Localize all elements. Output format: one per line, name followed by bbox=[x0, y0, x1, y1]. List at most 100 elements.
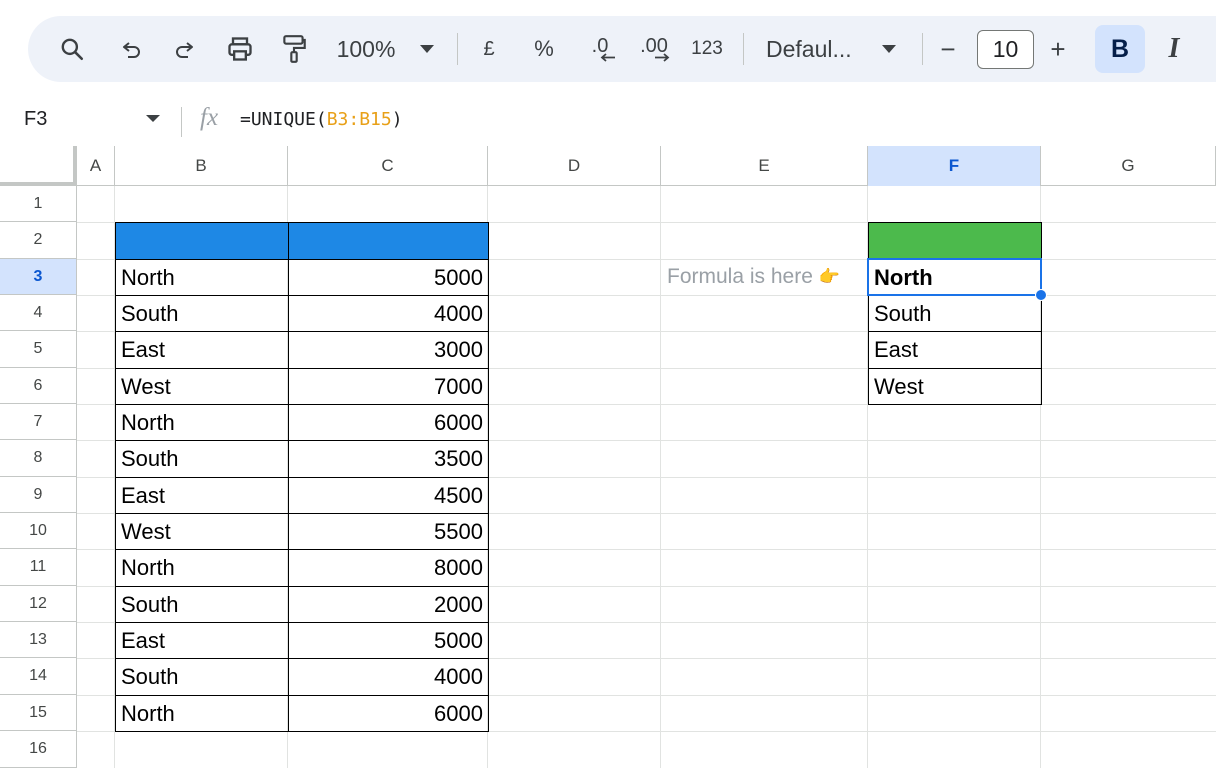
row-header-4[interactable]: 4 bbox=[0, 295, 77, 331]
region-cell[interactable]: East bbox=[115, 477, 289, 514]
redo-button[interactable] bbox=[166, 16, 202, 82]
row-header-13[interactable]: 13 bbox=[0, 622, 77, 658]
decrease-font-size-button[interactable]: − bbox=[932, 16, 964, 82]
column-header-b[interactable]: B bbox=[115, 146, 288, 186]
row-header-2[interactable]: 2 bbox=[0, 222, 77, 259]
spreadsheet-grid: ABCDEFG 1 2 3 4 5 6 7 8 9 10 11 12 13 14 15 16 North 500… bbox=[0, 146, 1216, 768]
unique-header-region[interactable] bbox=[868, 222, 1042, 260]
formula-note-text: Formula is here bbox=[667, 265, 813, 288]
column-header-row: ABCDEFG bbox=[0, 146, 1216, 186]
font-select[interactable]: Defaul... bbox=[766, 16, 860, 82]
bold-button[interactable]: B bbox=[1095, 25, 1145, 73]
region-cell[interactable]: East bbox=[115, 622, 289, 659]
region-cell[interactable]: South bbox=[115, 440, 289, 478]
paint-format-button[interactable] bbox=[274, 16, 314, 82]
sales-amount-cell[interactable]: 2000 bbox=[288, 586, 489, 623]
increase-decimal-button[interactable]: .00 bbox=[632, 16, 676, 82]
region-cell[interactable]: South bbox=[115, 586, 289, 623]
row-header-10[interactable]: 10 bbox=[0, 513, 77, 549]
column-header-f[interactable]: F bbox=[868, 146, 1041, 186]
column-header-c[interactable]: C bbox=[288, 146, 488, 186]
region-cell[interactable]: West bbox=[115, 513, 289, 550]
zoom-select[interactable]: 100% bbox=[330, 16, 402, 82]
unique-region-cell[interactable]: South bbox=[868, 295, 1042, 332]
zoom-value: 100% bbox=[336, 35, 396, 62]
decrease-decimal-button[interactable]: .0 bbox=[580, 16, 620, 82]
sales-amount-cell[interactable]: 5000 bbox=[288, 622, 489, 659]
search-button[interactable] bbox=[50, 16, 94, 82]
currency-button[interactable]: £ bbox=[474, 16, 504, 82]
arrow-right-icon bbox=[655, 53, 670, 62]
row-header-8[interactable]: 8 bbox=[0, 440, 77, 477]
table-header-sales-amount[interactable] bbox=[288, 222, 489, 260]
italic-button[interactable]: I bbox=[1150, 25, 1198, 73]
column-header-g[interactable]: G bbox=[1041, 146, 1216, 186]
row-header-15[interactable]: 15 bbox=[0, 695, 77, 731]
row-header-5[interactable]: 5 bbox=[0, 331, 77, 368]
sales-amount-cell[interactable]: 3500 bbox=[288, 440, 489, 478]
formula-range-ref: B3:B15 bbox=[326, 109, 392, 130]
font-size-input[interactable]: 10 bbox=[977, 30, 1034, 69]
undo-button[interactable] bbox=[114, 16, 150, 82]
sales-amount-cell[interactable]: 5500 bbox=[288, 513, 489, 550]
row-header-16[interactable]: 16 bbox=[0, 731, 77, 768]
increase-font-size-button[interactable]: + bbox=[1042, 16, 1074, 82]
sales-amount-cell[interactable]: 6000 bbox=[288, 404, 489, 441]
row-header-1[interactable]: 1 bbox=[0, 186, 77, 222]
region-cell[interactable]: West bbox=[115, 368, 289, 405]
region-cell[interactable]: North bbox=[115, 549, 289, 587]
formula-bar: F3 fx =UNIQUE(B3:B15) bbox=[0, 98, 1216, 146]
redo-icon bbox=[176, 42, 193, 58]
row-header-14[interactable]: 14 bbox=[0, 658, 77, 695]
region-cell[interactable]: North bbox=[115, 695, 289, 732]
column-header-a[interactable]: A bbox=[77, 146, 115, 186]
sales-amount-cell[interactable]: 3000 bbox=[288, 331, 489, 369]
sales-amount-cell[interactable]: 7000 bbox=[288, 368, 489, 405]
select-all-corner[interactable] bbox=[0, 146, 77, 186]
percent-button[interactable]: % bbox=[528, 16, 560, 82]
unique-region-cell[interactable]: East bbox=[868, 331, 1042, 369]
fill-handle[interactable] bbox=[1035, 289, 1047, 301]
unique-region-cell[interactable]: North bbox=[868, 259, 1042, 296]
column-header-d[interactable]: D bbox=[488, 146, 661, 186]
zoom-dropdown[interactable] bbox=[412, 16, 442, 82]
formula-input[interactable]: =UNIQUE(B3:B15) bbox=[240, 109, 403, 130]
sales-amount-cell[interactable]: 8000 bbox=[288, 549, 489, 587]
region-cell[interactable]: North bbox=[115, 404, 289, 441]
name-box[interactable]: F3 bbox=[24, 108, 47, 131]
region-cell[interactable]: South bbox=[115, 295, 289, 332]
row-header-7[interactable]: 7 bbox=[0, 404, 77, 440]
formula-note: Formula is here 👉 bbox=[667, 259, 840, 295]
toolbar-divider bbox=[922, 33, 923, 65]
toolbar-divider bbox=[457, 33, 458, 65]
name-box-dropdown-icon[interactable] bbox=[146, 115, 160, 122]
region-cell[interactable]: North bbox=[115, 259, 289, 296]
column-header-e[interactable]: E bbox=[661, 146, 868, 186]
fx-icon: fx bbox=[200, 104, 219, 131]
chevron-down-icon bbox=[882, 45, 896, 53]
sales-amount-cell[interactable]: 5000 bbox=[288, 259, 489, 296]
font-dropdown[interactable] bbox=[874, 16, 904, 82]
region-cell[interactable]: East bbox=[115, 331, 289, 369]
sales-amount-cell[interactable]: 4500 bbox=[288, 477, 489, 514]
region-cell[interactable]: South bbox=[115, 658, 289, 696]
table-header-region[interactable] bbox=[115, 222, 289, 260]
search-icon bbox=[61, 38, 84, 61]
print-button[interactable] bbox=[220, 16, 260, 82]
sales-amount-cell[interactable]: 4000 bbox=[288, 658, 489, 696]
sales-amount-cell[interactable]: 6000 bbox=[288, 695, 489, 732]
row-header-11[interactable]: 11 bbox=[0, 549, 77, 586]
formula-prefix: =UNIQUE( bbox=[240, 109, 327, 130]
formula-bar-divider bbox=[181, 107, 182, 137]
number-format-button[interactable]: 123 bbox=[686, 16, 728, 82]
arrow-left-icon bbox=[600, 53, 615, 62]
row-header-9[interactable]: 9 bbox=[0, 477, 77, 513]
formula-suffix: ) bbox=[391, 109, 403, 130]
sales-amount-cell[interactable]: 4000 bbox=[288, 295, 489, 332]
pointing-hand-icon: 👉 bbox=[818, 267, 841, 286]
row-header-12[interactable]: 12 bbox=[0, 586, 77, 622]
unique-region-cell[interactable]: West bbox=[868, 368, 1042, 405]
row-header-6[interactable]: 6 bbox=[0, 368, 77, 404]
row-header-3[interactable]: 3 bbox=[0, 259, 77, 295]
column-gridline bbox=[660, 186, 661, 768]
